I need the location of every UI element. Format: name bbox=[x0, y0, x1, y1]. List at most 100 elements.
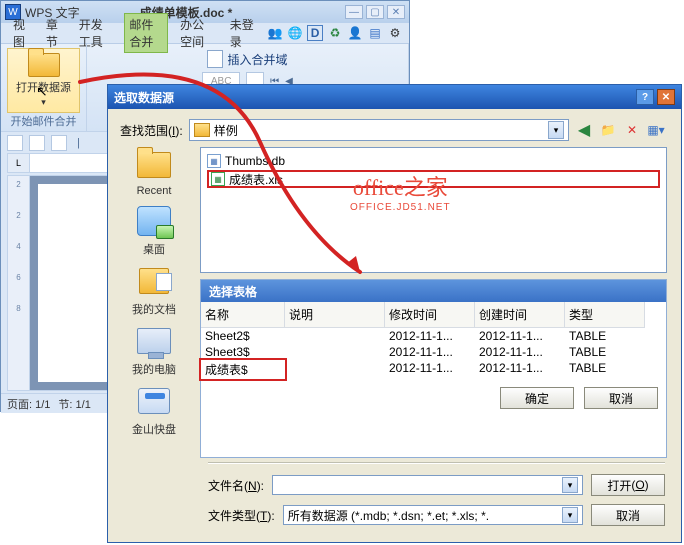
select-datasource-dialog: 选取数据源 ? ✕ 查找范围(I): 样例 ▾ ◀ 📁 ✕ ▦▾ Recent … bbox=[107, 84, 682, 543]
cell-created: 2012-11-1... bbox=[475, 360, 565, 379]
cell-created: 2012-11-1... bbox=[475, 344, 565, 360]
cell-modified: 2012-11-1... bbox=[385, 328, 475, 344]
select-table-panel: 选择表格 名称 说明 修改时间 创建时间 类型 Sheet2$ 2012-11-… bbox=[200, 279, 667, 458]
table-cancel-button[interactable]: 取消 bbox=[584, 387, 658, 409]
db-file-icon: ▦ bbox=[207, 154, 221, 168]
globe-icon[interactable]: 🌐 bbox=[287, 25, 303, 41]
lookin-value: 样例 bbox=[214, 122, 238, 139]
delete-icon[interactable]: ✕ bbox=[623, 121, 641, 139]
ruler-mark: 8 bbox=[16, 304, 20, 313]
cancel-button[interactable]: 取消 bbox=[591, 504, 665, 526]
separator bbox=[208, 462, 665, 464]
sidebar-item-label: 桌面 bbox=[143, 241, 165, 257]
places-sidebar: Recent 桌面 我的文档 我的电脑 金山快盘 bbox=[108, 147, 200, 458]
filename-combo[interactable]: ▾ bbox=[272, 475, 583, 495]
file-name: 成绩表.xls bbox=[229, 171, 283, 188]
file-item-selected[interactable]: ▦ 成绩表.xls bbox=[207, 170, 660, 188]
desktop-icon bbox=[137, 206, 171, 236]
file-list[interactable]: ▦ Thumbs.db ▦ 成绩表.xls bbox=[200, 147, 667, 273]
cell-name: Sheet2$ bbox=[201, 328, 285, 344]
cell-type: TABLE bbox=[565, 360, 645, 379]
cell-desc bbox=[285, 360, 385, 379]
cell-name: 成绩表$ bbox=[201, 360, 285, 379]
ruler-corner: L bbox=[8, 154, 30, 172]
close-icon[interactable]: ✕ bbox=[387, 5, 405, 19]
chevron-down-icon[interactable]: ▾ bbox=[562, 507, 578, 523]
sidebar-item-computer[interactable]: 我的电脑 bbox=[132, 323, 176, 377]
dialog-close-icon[interactable]: ✕ bbox=[657, 89, 675, 105]
chevron-down-icon[interactable]: ▾ bbox=[548, 121, 564, 139]
lookin-combo[interactable]: 样例 ▾ bbox=[189, 119, 569, 141]
sidebar-item-label: 金山快盘 bbox=[132, 421, 176, 437]
sidebar-item-label: Recent bbox=[137, 185, 172, 197]
cell-created: 2012-11-1... bbox=[475, 328, 565, 344]
views-icon[interactable]: ▦▾ bbox=[647, 121, 665, 139]
table-body: Sheet2$ 2012-11-1... 2012-11-1... TABLE … bbox=[201, 328, 666, 379]
cursor-icon: ↖ bbox=[36, 83, 48, 100]
col-desc[interactable]: 说明 bbox=[285, 302, 385, 328]
ruler-mark: 2 bbox=[16, 211, 20, 220]
table-ok-button[interactable]: 确定 bbox=[500, 387, 574, 409]
folder-icon bbox=[137, 152, 171, 178]
bar-icon[interactable]: ▤ bbox=[367, 25, 383, 41]
minimize-icon[interactable]: — bbox=[345, 5, 363, 19]
ruler-mark: 6 bbox=[16, 273, 20, 282]
clouddisk-icon bbox=[138, 388, 170, 414]
cell-desc bbox=[285, 344, 385, 360]
file-item[interactable]: ▦ Thumbs.db bbox=[207, 152, 660, 170]
filename-label: 文件名(N): bbox=[208, 477, 264, 494]
col-modified[interactable]: 修改时间 bbox=[385, 302, 475, 328]
maximize-icon[interactable]: ▢ bbox=[366, 5, 384, 19]
ruler-mark: 4 bbox=[16, 242, 20, 251]
table-header: 名称 说明 修改时间 创建时间 类型 bbox=[201, 302, 666, 328]
sidebar-item-desktop[interactable]: 桌面 bbox=[134, 203, 174, 257]
refresh-icon[interactable]: ♻ bbox=[327, 25, 343, 41]
table-row-selected[interactable]: 成绩表$ 2012-11-1... 2012-11-1... TABLE bbox=[201, 360, 666, 379]
sidebar-item-label: 我的文档 bbox=[132, 301, 176, 317]
ruler-mark: 2 bbox=[16, 180, 20, 189]
sidebar-item-label: 我的电脑 bbox=[132, 361, 176, 377]
chevron-down-icon[interactable]: ▾ bbox=[562, 477, 578, 493]
up-folder-icon[interactable]: 📁 bbox=[599, 121, 617, 139]
folder-icon bbox=[194, 123, 210, 137]
col-created[interactable]: 创建时间 bbox=[475, 302, 565, 328]
open-datasource-button[interactable]: ↖ 打开数据源 ▾ bbox=[7, 48, 80, 113]
help-icon[interactable]: ? bbox=[636, 89, 654, 105]
person-icon[interactable]: 👤 bbox=[347, 25, 363, 41]
open-button[interactable]: 打开(O) bbox=[591, 474, 665, 496]
filetype-combo[interactable]: 所有数据源 (*.mdb; *.dsn; *.et; *.xls; *. ▾ bbox=[283, 505, 583, 525]
ribbon-tabs: 视图 章节 开发工具 邮件合并 办公空间 未登录 👥 🌐 D ♻ 👤 ▤ ⚙ bbox=[1, 23, 409, 43]
cell-modified: 2012-11-1... bbox=[385, 344, 475, 360]
filetype-label: 文件类型(T): bbox=[208, 507, 275, 524]
quick-icon-1[interactable] bbox=[7, 135, 23, 151]
filetype-value: 所有数据源 (*.mdb; *.dsn; *.et; *.xls; *. bbox=[288, 507, 489, 524]
back-icon[interactable]: ◀ bbox=[575, 121, 593, 139]
insert-merge-field-label: 插入合并域 bbox=[227, 51, 287, 68]
sidebar-item-docs[interactable]: 我的文档 bbox=[132, 263, 176, 317]
sidebar-item-clouddisk[interactable]: 金山快盘 bbox=[132, 383, 176, 437]
xls-file-icon: ▦ bbox=[211, 172, 225, 186]
group-start-mailmerge: 开始邮件合并 bbox=[11, 113, 77, 129]
cell-name: Sheet3$ bbox=[201, 344, 285, 360]
col-type[interactable]: 类型 bbox=[565, 302, 645, 328]
dialog-titlebar: 选取数据源 ? ✕ bbox=[108, 85, 681, 109]
col-name[interactable]: 名称 bbox=[201, 302, 285, 328]
folder-icon bbox=[28, 53, 60, 77]
insert-merge-field-button[interactable]: 插入合并域 bbox=[203, 48, 291, 70]
sidebar-item-recent[interactable]: Recent bbox=[134, 147, 174, 197]
cell-type: TABLE bbox=[565, 344, 645, 360]
dialog-title: 选取数据源 bbox=[114, 89, 174, 106]
gear-icon[interactable]: ⚙ bbox=[387, 25, 403, 41]
d-icon[interactable]: D bbox=[307, 25, 323, 41]
table-row[interactable]: Sheet3$ 2012-11-1... 2012-11-1... TABLE bbox=[201, 344, 666, 360]
cell-modified: 2012-11-1... bbox=[385, 360, 475, 379]
cell-desc bbox=[285, 328, 385, 344]
people-icon[interactable]: 👥 bbox=[267, 25, 283, 41]
quick-icon-3[interactable] bbox=[51, 135, 67, 151]
select-table-title: 选择表格 bbox=[201, 280, 666, 302]
table-row[interactable]: Sheet2$ 2012-11-1... 2012-11-1... TABLE bbox=[201, 328, 666, 344]
cell-type: TABLE bbox=[565, 328, 645, 344]
quick-sep: | bbox=[77, 137, 80, 149]
computer-icon bbox=[137, 328, 171, 354]
quick-icon-2[interactable] bbox=[29, 135, 45, 151]
